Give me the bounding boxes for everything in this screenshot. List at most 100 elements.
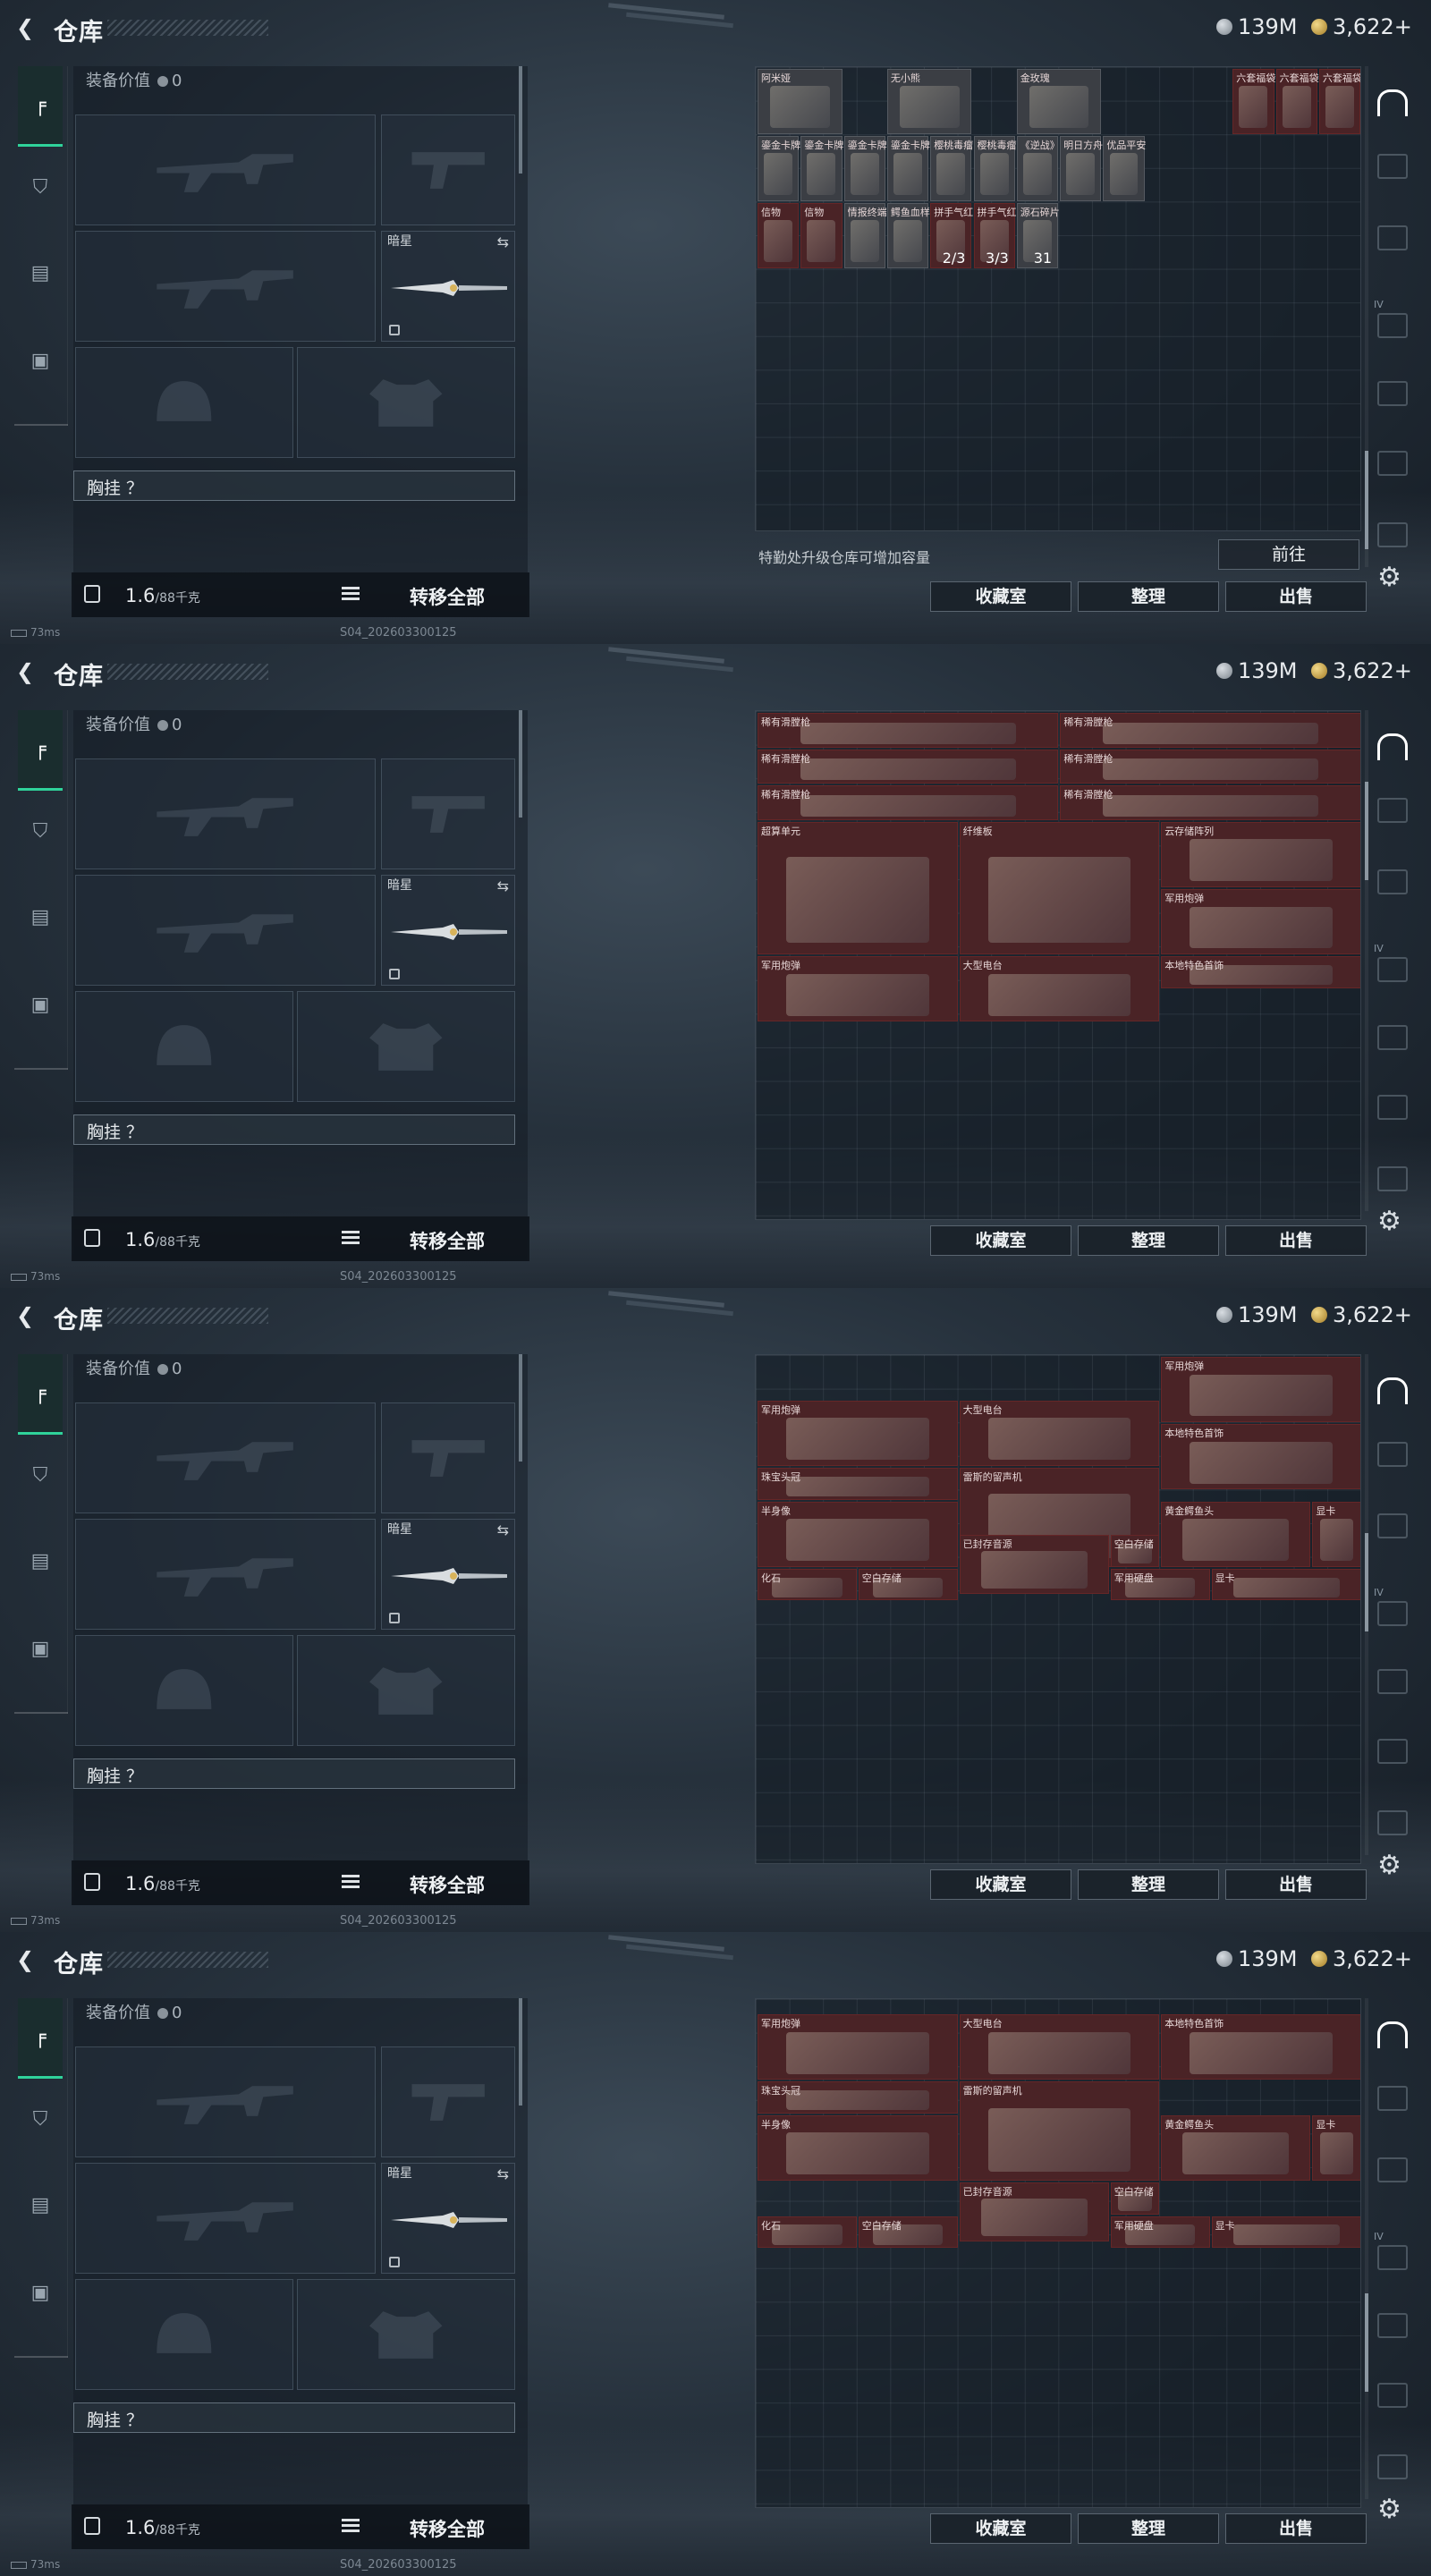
stash-item[interactable]: 显卡 (1312, 2114, 1360, 2182)
stash-item[interactable]: 显卡 (1211, 2216, 1360, 2249)
go-button[interactable]: 前往 (1218, 539, 1359, 570)
helmet-tab-icon[interactable]: ⛉ (18, 165, 63, 209)
stash-item[interactable]: 军用硬盘 (1110, 2216, 1210, 2249)
helmet-tab-icon[interactable]: ⛉ (18, 2097, 63, 2141)
backpack-tab-icon[interactable]: ▤ (18, 2182, 63, 2227)
stash-item[interactable]: 纤维板 (959, 821, 1160, 955)
stash-page-1-icon[interactable] (1377, 2086, 1408, 2111)
stash-item[interactable]: 信物 (758, 203, 800, 268)
stash-item[interactable]: 樱桃毒瘤粥 (973, 136, 1017, 201)
gun-tab-icon[interactable]: ╒ (18, 1998, 63, 2079)
stash-item[interactable]: 空白存储 (1110, 1535, 1160, 1567)
stash-item[interactable]: 空白存储 (1110, 2182, 1160, 2215)
stash-page-6-icon[interactable] (1377, 1166, 1408, 1191)
gun-tab-icon[interactable]: ╒ (18, 710, 63, 791)
stash-item[interactable]: 大型电台 (959, 956, 1160, 1022)
gold-currency[interactable]: 3,622+ (1311, 658, 1412, 683)
stash-item[interactable]: 军用硬盘 (1110, 1568, 1210, 1601)
pistol-slot[interactable] (381, 1402, 515, 1513)
stash-item[interactable]: 半身像 (758, 1501, 958, 1567)
stash-home-icon[interactable] (1377, 89, 1408, 116)
stash-item[interactable]: 空白存储 (858, 2216, 958, 2249)
stash-item[interactable]: 大型电台 (959, 2014, 1160, 2080)
stash-item[interactable]: 军用炮弹 (758, 956, 958, 1022)
stash-page-2-icon[interactable] (1377, 225, 1408, 250)
stash-page-6-icon[interactable] (1377, 522, 1408, 547)
stash-item[interactable]: 六套福袋 (1275, 69, 1319, 134)
stash-item[interactable]: 本地特色首饰 (1161, 2014, 1360, 2080)
stash-item[interactable]: 半身像 (758, 2114, 958, 2182)
stash-page-1-icon[interactable] (1377, 154, 1408, 179)
collection-room-button[interactable]: 收藏室 (930, 581, 1071, 612)
list-icon[interactable] (342, 1231, 360, 1245)
pistol-slot[interactable] (381, 114, 515, 225)
stash-item[interactable]: 无小熊 (886, 69, 972, 134)
stash-page-5-icon[interactable] (1377, 2383, 1408, 2408)
stash-scrollbar[interactable] (1365, 66, 1368, 567)
armor-slot[interactable] (297, 2279, 515, 2390)
secondary-weapon-slot[interactable] (75, 1519, 376, 1630)
armor-slot[interactable] (297, 347, 515, 458)
stash-item[interactable]: 本地特色首饰 (1161, 1424, 1360, 1490)
stash-item[interactable]: 化石 (758, 1568, 857, 1601)
transfer-all-button[interactable]: 转移全部 (410, 1227, 485, 1254)
swap-icon[interactable]: ⇆ (497, 2165, 509, 2182)
case-tab-icon[interactable]: ▣ (18, 1626, 63, 1671)
stash-item[interactable]: 军用炮弹 (758, 2014, 958, 2080)
stash-item[interactable]: 樱桃毒瘤粥 (930, 136, 973, 201)
stash-item[interactable]: 六套福袋 (1232, 69, 1275, 134)
primary-weapon-slot[interactable] (75, 758, 376, 869)
sell-button[interactable]: 出售 (1225, 1225, 1367, 1256)
stash-page-3-icon[interactable] (1377, 957, 1408, 982)
organize-button[interactable]: 整理 (1078, 581, 1219, 612)
sell-button[interactable]: 出售 (1225, 2513, 1367, 2544)
transfer-all-button[interactable]: 转移全部 (410, 583, 485, 610)
stash-grid[interactable]: 阿米娅 无小熊 金玫瑰 六套福袋 六套福袋 六套福袋 鎏金卡牌 鎏金卡牌 鎏金卡牌 鎏金卡牌 樱桃毒… (755, 66, 1361, 531)
stash-item[interactable]: 明日方舟 (1060, 136, 1103, 201)
helmet-tab-icon[interactable]: ⛉ (18, 1453, 63, 1497)
pistol-slot[interactable] (381, 758, 515, 869)
backpack-tab-icon[interactable]: ▤ (18, 894, 63, 939)
stash-page-1-icon[interactable] (1377, 1442, 1408, 1467)
case-tab-icon[interactable]: ▣ (18, 2270, 63, 2315)
helmet-tab-icon[interactable]: ⛉ (18, 809, 63, 853)
secondary-weapon-slot[interactable] (75, 231, 376, 342)
stash-scrollbar[interactable] (1365, 1998, 1368, 2499)
stash-item[interactable]: 显卡 (1312, 1501, 1360, 1567)
helmet-slot[interactable] (75, 2279, 293, 2390)
primary-weapon-slot[interactable] (75, 114, 376, 225)
organize-button[interactable]: 整理 (1078, 2513, 1219, 2544)
stash-item[interactable]: 金玫瑰 (1016, 69, 1102, 134)
stash-page-5-icon[interactable] (1377, 1739, 1408, 1764)
transfer-all-button[interactable]: 转移全部 (410, 2515, 485, 2542)
pistol-slot[interactable] (381, 2046, 515, 2157)
stash-scrollbar[interactable] (1365, 1354, 1368, 1855)
melee-slot[interactable]: 暗星 ⇆ (381, 875, 515, 986)
helmet-slot[interactable] (75, 1635, 293, 1746)
stash-item[interactable]: 稀有滑膛枪 (758, 749, 1059, 784)
stash-item[interactable]: 军用炮弹 (1161, 889, 1360, 955)
organize-button[interactable]: 整理 (1078, 1869, 1219, 1900)
stash-home-icon[interactable] (1377, 733, 1408, 760)
stash-item[interactable]: 化石 (758, 2216, 857, 2249)
stash-item[interactable]: 鎏金卡牌 (843, 136, 887, 201)
stash-page-4-icon[interactable] (1377, 2313, 1408, 2338)
chest-rig-slot[interactable]: 胸挂 ？ (73, 2402, 515, 2433)
stash-item[interactable]: 稀有滑膛枪 (1060, 749, 1360, 784)
stash-item[interactable]: 源石碎片 31 (1016, 203, 1060, 268)
stash-item[interactable]: 显卡 (1211, 1568, 1360, 1601)
stash-item[interactable]: 已封存音源 (959, 2182, 1109, 2241)
chest-rig-slot[interactable]: 胸挂 ？ (73, 470, 515, 501)
sell-button[interactable]: 出售 (1225, 581, 1367, 612)
back-arrow-icon[interactable]: ❮ (16, 661, 36, 682)
secondary-weapon-slot[interactable] (75, 2163, 376, 2274)
stash-item[interactable]: 情报终端 (843, 203, 887, 268)
stash-page-3-icon[interactable] (1377, 2245, 1408, 2270)
stash-item[interactable]: 空白存储 (858, 1568, 958, 1601)
stash-item[interactable]: 稀有滑膛枪 (758, 713, 1059, 748)
chest-rig-slot[interactable]: 胸挂 ？ (73, 1758, 515, 1789)
backpack-tab-icon[interactable]: ▤ (18, 1538, 63, 1583)
collection-room-button[interactable]: 收藏室 (930, 2513, 1071, 2544)
stash-item[interactable]: 珠宝头冠 (758, 2081, 958, 2114)
stash-item[interactable]: 鎏金卡牌 (886, 136, 930, 201)
